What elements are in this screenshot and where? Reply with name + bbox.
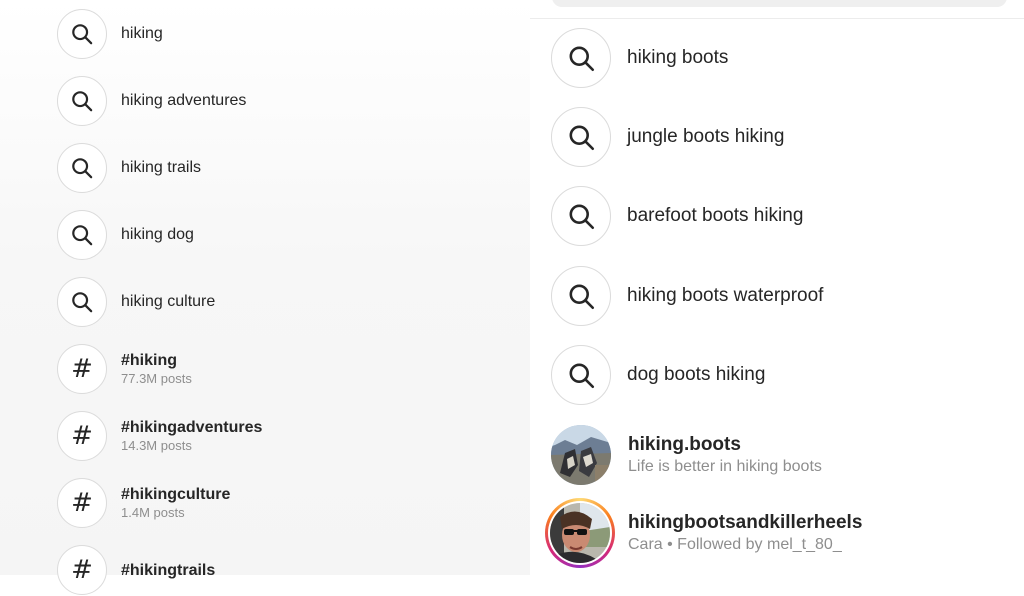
hashtag-title: #hiking: [121, 352, 178, 369]
search-bar[interactable]: [552, 0, 1007, 7]
suggestion-label: hiking boots: [627, 47, 729, 68]
hashtag-item-hikingadventures[interactable]: # #hikingadventures 14.3M posts: [57, 410, 262, 462]
hashtag-title: #hikingadventures: [121, 419, 263, 436]
hashtag-icon: #: [57, 478, 107, 528]
suggestion-label: hiking trails: [121, 159, 202, 176]
hashtag-title: #hikingculture: [121, 486, 231, 503]
suggestion-label: jungle boots hiking: [627, 126, 785, 147]
right-suggestion-hiking-boots-waterproof[interactable]: hiking boots waterproof: [551, 265, 823, 327]
search-icon: [551, 186, 611, 246]
right-suggestion-barefoot-boots-hiking[interactable]: barefoot boots hiking: [551, 185, 803, 247]
search-icon: [57, 143, 107, 193]
hashtag-icon: #: [57, 545, 107, 595]
right-suggestion-hiking-boots[interactable]: hiking boots: [551, 27, 728, 89]
story-ring: [545, 498, 615, 568]
hashtag-icon: #: [57, 411, 107, 461]
suggestion-label: hiking: [121, 25, 163, 42]
search-icon: [57, 277, 107, 327]
search-icon: [57, 76, 107, 126]
hashtag-post-count: 77.3M posts: [121, 371, 192, 386]
hashtag-post-count: 1.4M posts: [121, 505, 185, 520]
account-username: hiking.boots: [628, 433, 741, 455]
hashtag-post-count: 14.3M posts: [121, 438, 192, 453]
search-icon: [57, 9, 107, 59]
hashtag-item-hiking[interactable]: # #hiking 77.3M posts: [57, 343, 192, 395]
hashtag-item-hikingtrails[interactable]: # #hikingtrails: [57, 544, 215, 596]
left-suggestion-hiking-trails[interactable]: hiking trails: [57, 142, 201, 194]
suggestion-label: hiking culture: [121, 293, 216, 310]
search-icon: [551, 266, 611, 326]
hashtag-title: #hikingtrails: [121, 561, 216, 579]
right-suggestion-jungle-boots-hiking[interactable]: jungle boots hiking: [551, 106, 784, 168]
divider: [530, 18, 1024, 19]
avatar: [550, 503, 610, 563]
account-subtitle: Life is better in hiking boots: [628, 457, 822, 475]
hashtag-item-hikingculture[interactable]: # #hikingculture 1.4M posts: [57, 477, 230, 529]
right-suggestion-dog-boots-hiking[interactable]: dog boots hiking: [551, 344, 765, 406]
left-suggestion-hiking-dog[interactable]: hiking dog: [57, 209, 194, 261]
suggestion-label: hiking dog: [121, 226, 194, 243]
account-subtitle: Cara • Followed by mel_t_80_: [628, 535, 842, 553]
account-result-hikingbootsandkillerheels[interactable]: hikingbootsandkillerheels Cara • Followe…: [545, 498, 863, 568]
suggestion-label: dog boots hiking: [627, 364, 766, 385]
left-suggestion-hiking-adventures[interactable]: hiking adventures: [57, 75, 246, 127]
search-icon: [551, 345, 611, 405]
left-suggestion-hiking[interactable]: hiking: [57, 8, 163, 60]
avatar: [551, 425, 611, 485]
suggestion-label: hiking boots waterproof: [627, 285, 824, 306]
suggestion-label: hiking adventures: [121, 92, 247, 109]
search-icon: [551, 28, 611, 88]
hashtag-icon: #: [57, 344, 107, 394]
suggestion-label: barefoot boots hiking: [627, 205, 804, 226]
left-suggestion-hiking-culture[interactable]: hiking culture: [57, 276, 215, 328]
account-username: hikingbootsandkillerheels: [628, 511, 863, 533]
account-result-hiking-boots[interactable]: hiking.boots Life is better in hiking bo…: [551, 424, 822, 486]
search-icon: [551, 107, 611, 167]
search-icon: [57, 210, 107, 260]
